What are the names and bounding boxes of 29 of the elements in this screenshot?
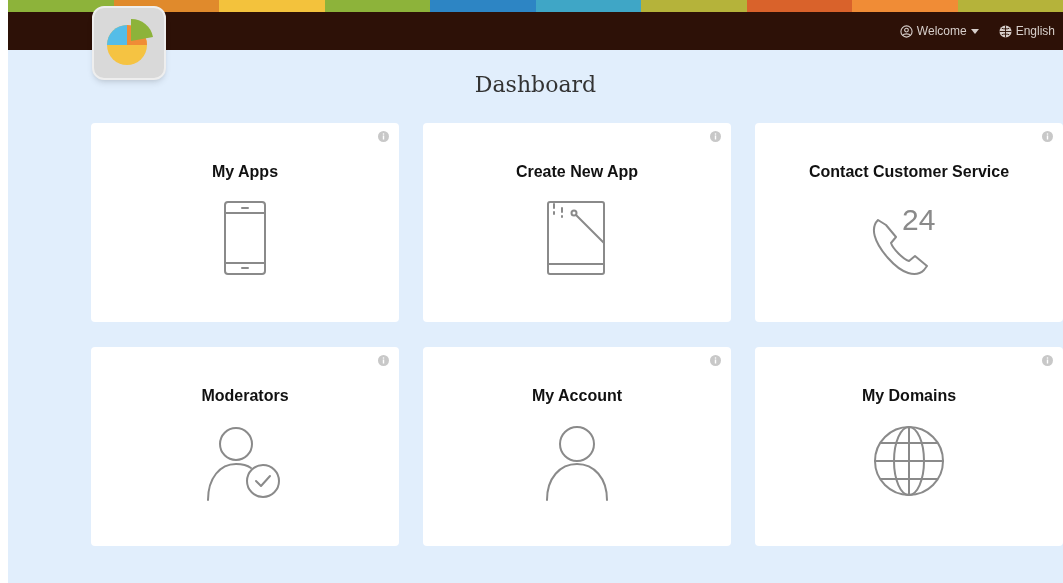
book-icon — [546, 200, 608, 276]
globe-icon — [998, 24, 1012, 38]
info-icon[interactable] — [378, 355, 389, 366]
dashboard-card[interactable]: My Apps — [91, 123, 399, 322]
phone-icon — [223, 200, 267, 276]
info-icon[interactable] — [378, 131, 389, 142]
card-title: My Domains — [861, 386, 957, 406]
card-title: Create New App — [515, 162, 639, 182]
language-menu[interactable]: English — [998, 22, 1055, 40]
globe-icon — [872, 424, 946, 498]
dashboard-card[interactable]: Moderators — [91, 347, 399, 546]
card-title: Contact Customer Service — [808, 162, 1010, 182]
user-icon — [899, 24, 913, 38]
card-title: My Account — [531, 386, 623, 406]
card-title: Moderators — [201, 386, 289, 406]
info-icon[interactable] — [710, 131, 721, 142]
info-icon[interactable] — [1042, 355, 1053, 366]
info-icon[interactable] — [710, 355, 721, 366]
app-logo[interactable] — [92, 6, 166, 80]
welcome-menu[interactable]: Welcome — [899, 22, 979, 40]
page-title: Dashboard — [473, 71, 598, 99]
dashboard-card[interactable]: My Account — [423, 347, 731, 546]
info-icon[interactable] — [1042, 131, 1053, 142]
dashboard-card[interactable]: Create New App — [423, 123, 731, 322]
card-title: My Apps — [211, 162, 279, 182]
dashboard-card[interactable]: My Domains — [755, 347, 1063, 546]
caret-icon — [970, 28, 979, 34]
person-icon — [545, 424, 609, 502]
dashboard-card[interactable]: Contact Customer Service 24 — [755, 123, 1063, 322]
